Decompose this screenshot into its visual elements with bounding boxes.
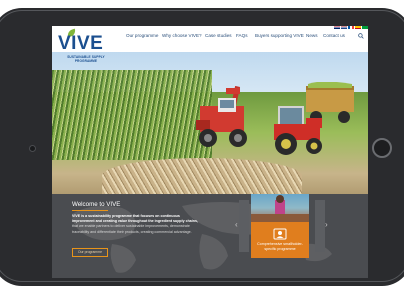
home-button[interactable] bbox=[372, 138, 392, 158]
br-flag-icon[interactable] bbox=[362, 26, 368, 29]
nav-our-programme[interactable]: Our programme bbox=[126, 33, 158, 38]
carousel-prev-card[interactable] bbox=[239, 200, 249, 252]
title-underline bbox=[72, 210, 108, 211]
feature-card[interactable]: Comprehensive smallholder-specific progr… bbox=[251, 194, 309, 258]
welcome-panel: Welcome to VIVE VIVE is a sustainability… bbox=[52, 194, 368, 278]
hero-image bbox=[52, 52, 368, 194]
welcome-title: Welcome to VIVE bbox=[72, 201, 121, 208]
website-screen: VIVE SUSTAINABLE SUPPLY PROGRAMME Our pr… bbox=[52, 26, 368, 278]
search-icon[interactable] bbox=[358, 33, 364, 39]
carousel-prev-arrow-icon[interactable]: ‹ bbox=[235, 220, 238, 229]
logo-subtitle: SUSTAINABLE SUPPLY PROGRAMME bbox=[67, 55, 105, 63]
nav-contact-us[interactable]: Contact us bbox=[323, 33, 345, 38]
nav-news[interactable]: News bbox=[306, 33, 318, 38]
carousel-next-arrow-icon[interactable]: › bbox=[325, 220, 328, 229]
welcome-body: that we enable partners to deliver susta… bbox=[72, 224, 192, 234]
farmer-icon bbox=[273, 228, 287, 240]
nav-buyers-supporting-vive[interactable]: Buyers supporting VIVE bbox=[255, 33, 304, 38]
harvester-image bbox=[196, 86, 247, 147]
uk-flag-icon[interactable] bbox=[334, 26, 340, 29]
fr-flag-icon[interactable] bbox=[348, 26, 354, 29]
nl-flag-icon[interactable] bbox=[341, 26, 347, 29]
harvested-cane-pile bbox=[102, 158, 302, 194]
welcome-lead: VIVE is a sustainability programme that … bbox=[72, 214, 198, 224]
tractor-image bbox=[274, 106, 322, 155]
es-flag-icon[interactable] bbox=[355, 26, 361, 29]
feature-carousel: ‹ › Comprehensive smallholder-specific p… bbox=[235, 194, 328, 278]
carousel-next-card[interactable] bbox=[315, 200, 325, 252]
card-photo bbox=[251, 194, 309, 222]
nav-faqs[interactable]: FAQs bbox=[236, 33, 248, 38]
logo-wordmark: VIVE bbox=[58, 33, 104, 54]
nav-case-studies[interactable]: Case studies bbox=[205, 33, 232, 38]
card-label: Comprehensive smallholder-specific progr… bbox=[257, 242, 303, 251]
welcome-description: VIVE is a sustainability programme that … bbox=[72, 214, 198, 235]
vive-logo[interactable]: VIVE SUSTAINABLE SUPPLY PROGRAMME bbox=[58, 28, 116, 68]
our-programme-button[interactable]: Our programme bbox=[72, 248, 108, 257]
camera-icon bbox=[29, 145, 36, 152]
sugarcane-crop bbox=[52, 70, 212, 160]
nav-why-choose-vive[interactable]: Why choose VIVE? bbox=[162, 33, 202, 38]
